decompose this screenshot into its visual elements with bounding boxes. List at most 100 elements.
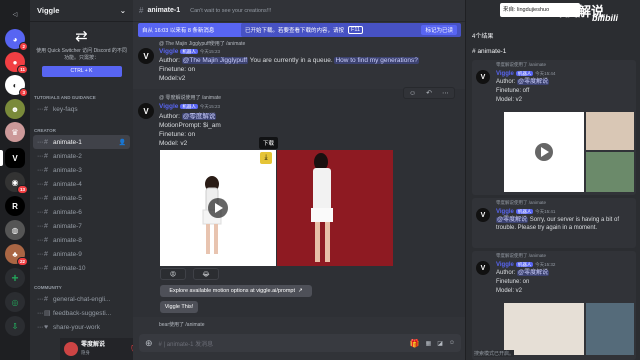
image-thumbnail[interactable] xyxy=(586,303,634,355)
discord-window: ◁ ◕ 2 ● 11 ◐ 3 ☻ ♛ V ◉ 13 R ◍ ♣ 22 + ◎ ⇩ Vigg… xyxy=(0,0,640,360)
server-header[interactable]: Viggle ⌄ xyxy=(30,0,133,22)
server-icon[interactable]: ☻ xyxy=(5,99,25,119)
download-icon[interactable]: ⇩ xyxy=(5,316,25,336)
gift-icon[interactable]: 🎁 xyxy=(410,339,420,348)
emoji-icon[interactable]: ☺ xyxy=(449,340,455,346)
result-author: Viggle xyxy=(496,209,514,215)
add-member-icon[interactable]: 👤 xyxy=(119,139,126,146)
viggle-this-button[interactable]: Viggle This! xyxy=(160,301,198,313)
server-icon[interactable]: ◍ xyxy=(5,220,25,240)
channel-key-faqs[interactable]: ⋯ # key-faqs xyxy=(33,102,130,116)
channel-list: TUTORIALS AND GUIDANCE ⋯ # key-faqs CREATO… xyxy=(30,93,133,334)
explore-label: Explore available motion options at vigg… xyxy=(169,288,296,294)
channel-label: animate-1 xyxy=(53,138,82,146)
thread-icon: ⋯ xyxy=(37,251,43,258)
hash-icon: # xyxy=(44,180,48,188)
channel-animate-4[interactable]: ⋯ # animate-4 xyxy=(33,177,130,191)
server-icon[interactable]: ♛ xyxy=(5,122,25,142)
message-text: Author: xyxy=(159,57,182,64)
channel-animate-3[interactable]: ⋯ # animate-3 xyxy=(33,163,130,177)
search-result[interactable]: 零度解说使用了 /animate V Viggle 机器人 今天15:32 Aut… xyxy=(472,251,636,360)
download-tooltip: 下载 xyxy=(259,137,279,149)
avatar[interactable]: V xyxy=(138,48,154,64)
viggle-label: Viggle This! xyxy=(164,304,194,310)
quick-switcher-button[interactable]: CTRL + K xyxy=(41,66,122,77)
result-text: Author: xyxy=(496,270,518,276)
avatar[interactable]: V xyxy=(138,103,154,119)
image-thumbnail[interactable] xyxy=(586,112,634,150)
hash-icon: # xyxy=(472,48,476,55)
bot-tag: 机器人 xyxy=(180,49,198,54)
more-icon[interactable]: ⋯ xyxy=(442,89,449,97)
mark-read-button[interactable]: 标记为已读 xyxy=(421,25,457,35)
channel-animate-7[interactable]: ⋯ # animate-7 xyxy=(33,219,130,233)
new-messages-text: 自从 16:03 以来有 8 条新消息 xyxy=(142,28,215,34)
category-community[interactable]: COMMUNITY xyxy=(30,283,133,292)
channel-animate-10[interactable]: ⋯ # animate-10 xyxy=(33,261,130,275)
message-input[interactable]: # | animate-1 发消息 xyxy=(159,339,214,348)
explore-icon[interactable]: ◎ xyxy=(5,292,25,312)
avatar[interactable] xyxy=(64,342,78,356)
server-icon[interactable]: ◉ 13 xyxy=(5,172,28,194)
reply-reference[interactable]: @ 零度解说使用了 /animate xyxy=(159,94,221,101)
search-result[interactable]: 零度解说使用了 /animate V Viggle 机器人 今天15:44 Aut… xyxy=(472,60,636,195)
video-attachment[interactable]: ⤓ xyxy=(160,150,276,266)
gif-icon[interactable]: ▦ xyxy=(426,340,432,347)
result-text: Model: v2 xyxy=(496,97,523,103)
avatar: V xyxy=(476,70,490,84)
reaction-laugh[interactable]: 😂 xyxy=(193,268,219,280)
result-channel-name: animate-1 xyxy=(477,48,507,55)
viggle-server-icon[interactable]: V xyxy=(5,148,25,168)
category-tutorials[interactable]: TUTORIALS AND GUIDANCE xyxy=(30,93,133,102)
server-icon[interactable]: R xyxy=(5,196,25,216)
image-attachment[interactable] xyxy=(277,150,393,266)
hash-icon: # xyxy=(44,222,48,230)
add-reaction-icon[interactable]: ☺ xyxy=(409,90,416,97)
image-thumbnail[interactable] xyxy=(586,152,634,192)
user-mention[interactable]: @The Majin Jigglypuff xyxy=(181,57,249,64)
category-creator[interactable]: CREATOR xyxy=(30,126,133,135)
server-icon[interactable]: ♣ 22 xyxy=(5,244,28,266)
channel-label: animate-6 xyxy=(53,208,82,216)
result-text-block: @零度解说 Sorry, our server is having a bit … xyxy=(496,216,632,232)
channel-label: animate-4 xyxy=(53,180,82,188)
channel-animate-6[interactable]: ⋯ # animate-6 xyxy=(33,205,130,219)
channel-share-your-work[interactable]: ⋯ ♥ share-your-work xyxy=(33,320,130,334)
search-result[interactable]: 零度解说使用了 /animate V Viggle 机器人 今天15:41 @零度… xyxy=(472,198,636,248)
discord-home-icon[interactable]: ◕ 2 xyxy=(5,29,28,51)
reply-icon[interactable]: ↶ xyxy=(426,89,432,97)
download-icon[interactable]: ⤓ xyxy=(260,152,272,164)
video-attachment[interactable] xyxy=(504,303,584,355)
channel-feedback[interactable]: ⋯ ▤ feedback-suggesti... xyxy=(33,306,130,320)
help-link[interactable]: How to find my generations? xyxy=(334,57,419,64)
user-mention[interactable]: @零度解说 xyxy=(181,113,217,120)
video-attachment[interactable] xyxy=(504,112,584,192)
reply-reference[interactable]: @ The Majin Jigglypuff使用了 /animate xyxy=(159,40,245,47)
channel-animate-8[interactable]: ⋯ # animate-8 xyxy=(33,233,130,247)
channel-animate-9[interactable]: ⋯ # animate-9 xyxy=(33,247,130,261)
server-icon[interactable]: ◐ 3 xyxy=(5,75,28,97)
add-server-icon[interactable]: + xyxy=(5,268,25,288)
thread-icon: ⋯ xyxy=(37,195,43,202)
message-author[interactable]: Viggle xyxy=(159,103,178,110)
channel-label: animate-7 xyxy=(53,222,82,230)
channel-label: animate-8 xyxy=(53,236,82,244)
channel-animate-1[interactable]: ⋯ # animate-1 👤 xyxy=(33,135,130,149)
reaction-angry[interactable]: 😡 xyxy=(160,268,186,280)
heart-icon: ♥ xyxy=(44,323,49,331)
explore-motion-button[interactable]: Explore available motion options at vigg… xyxy=(160,285,312,297)
add-attachment-icon[interactable]: ⊕ xyxy=(145,338,153,349)
channel-animate-5[interactable]: ⋯ # animate-5 xyxy=(33,191,130,205)
sticker-icon[interactable]: ◪ xyxy=(437,340,443,347)
message-author[interactable]: Viggle xyxy=(159,48,178,55)
thread-icon: ⋯ xyxy=(37,310,43,317)
laugh-emoji-icon: 😂 xyxy=(202,271,210,278)
inbox-icon[interactable]: ◁ xyxy=(5,4,25,24)
channel-general-chat[interactable]: ⋯ # general-chat-engli... xyxy=(33,292,130,306)
channel-animate-2[interactable]: ⋯ # animate-2 xyxy=(33,149,130,163)
message-composer[interactable]: ⊕ # | animate-1 发消息 🎁 ▦ ◪ ☺ xyxy=(139,334,461,352)
hash-icon: # xyxy=(44,105,48,113)
server-icon[interactable]: ● 11 xyxy=(5,52,28,74)
thread-icon: ⋯ xyxy=(37,223,43,230)
result-text: Model: v2 xyxy=(496,288,523,294)
